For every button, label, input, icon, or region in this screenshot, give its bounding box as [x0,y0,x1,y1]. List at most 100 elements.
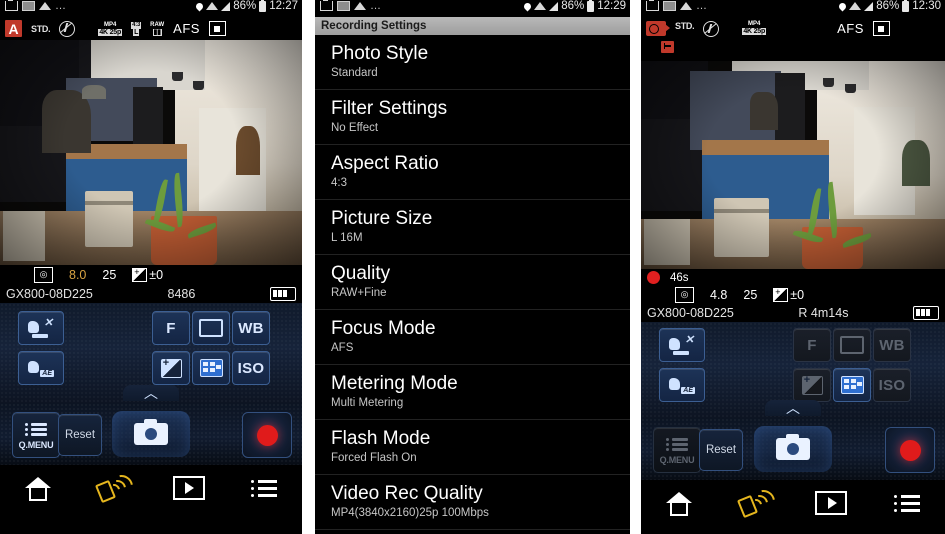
touch-ae-icon: AE [669,375,695,395]
af-mode-icon: ◎ [675,286,694,303]
qmenu-label: Q.MENU [659,454,695,465]
shutter-button[interactable] [112,411,190,457]
list-item-value: L 16M [331,232,363,244]
nav-playback[interactable] [151,476,227,500]
list-item[interactable]: Filter Settings No Effect [315,90,630,145]
video-quality-tag-bottom: 4K 25p [742,28,767,35]
download-icon [646,0,659,11]
shutter-button[interactable] [754,426,832,472]
reset-label: Reset [705,444,737,456]
touch-ae-button[interactable]: AE [18,351,64,385]
picture-size-tag: L [133,28,140,36]
exposure-comp-icon [132,267,148,282]
location-pin-icon [194,1,205,11]
nav-home[interactable] [641,492,717,516]
shooting-mode-badge[interactable]: A [5,20,22,37]
nav-playback[interactable] [793,491,869,515]
android-status-bar: … 86% 12:29 [315,0,630,17]
signal-bars-icon [864,1,874,11]
list-item-label: Metering Mode [331,373,458,394]
raw-tag-label: RAW [150,21,165,28]
shutter-speed-value: 25 [102,267,117,282]
record-button[interactable] [242,412,292,458]
video-quality-tag: MP4 4K 25p [98,22,123,36]
aperture-button[interactable]: F [793,328,831,362]
list-item[interactable]: Quality RAW+Fine [315,255,630,310]
card-write-icon [661,41,674,53]
nav-home[interactable] [0,477,76,501]
shutter-speed-value: 25 [743,287,758,302]
battery-icon [587,0,595,12]
list-item[interactable]: Picture Size L 16M [315,200,630,255]
wifi-sync-icon [680,2,692,10]
touch-af-off-button[interactable]: ✕ [18,311,64,345]
list-item[interactable]: Metering Mode Multi Metering [315,365,630,420]
iso-button[interactable]: ISO [873,368,911,402]
exposure-comp-button[interactable]: + [152,351,190,385]
home-icon [24,477,51,501]
af-area-icon [872,21,890,36]
reset-button[interactable]: Reset [699,429,743,471]
battery-percent: 86% [876,0,900,12]
list-item[interactable]: Focus Mode AFS [315,310,630,365]
live-view-image[interactable] [0,40,302,265]
reset-label: Reset [64,429,96,441]
exposure-comp-icon: + [160,357,182,378]
nav-menu[interactable] [227,476,303,501]
nav-wifi-remote[interactable] [76,470,152,504]
list-item-value: 4:3 [331,177,347,189]
live-view-image[interactable] [641,61,945,269]
touch-af-off-icon: ✕ [28,318,54,338]
list-item-label: Filter Settings [331,98,448,119]
expand-controls-button[interactable]: ︿ [765,400,821,416]
white-balance-button[interactable]: WB [232,311,270,345]
camera-settings-row: STD. MP4 4K 25p AFS [641,17,945,61]
battery-icon [270,286,296,301]
playback-icon [172,476,205,500]
expand-controls-button[interactable]: ︿ [123,385,179,401]
reset-button[interactable]: Reset [58,414,102,456]
panel-recording-settings: … 86% 12:29 Recording Settings Photo Sty… [315,0,630,534]
touch-af-off-button[interactable]: ✕ [659,328,705,362]
wb-button-label: WB [879,336,905,354]
status-right-icons: 86% 12:29 [522,0,626,12]
more-dots-icon: … [55,0,67,12]
record-icon [899,439,921,461]
cafe-scene [641,61,945,269]
aperture-button-label: F [166,319,176,337]
list-item[interactable]: Photo Style Standard [315,35,630,90]
wb-shift-button[interactable] [833,368,871,402]
shutter-speed-button[interactable] [192,311,230,345]
qmenu-button[interactable]: Q.MENU [653,427,701,473]
keyboard-icon [663,1,676,11]
control-pad: ✕ AE F WB + ISO ︿ [641,322,945,418]
aperture-value: 4.8 [710,287,728,302]
aperture-button[interactable]: F [152,311,190,345]
exposure-comp-icon: + [801,374,823,395]
nav-menu[interactable] [869,491,945,516]
record-button[interactable] [885,427,935,473]
wb-shift-button[interactable] [192,351,230,385]
white-balance-button[interactable]: WB [873,328,911,362]
qmenu-label: Q.MENU [18,439,54,450]
list-item[interactable]: Video Rec Quality MP4(3840x2160)25p 100M… [315,475,630,530]
list-item-value: MP4(3840x2160)25p 100Mbps [331,507,489,519]
shutter-speed-button[interactable] [833,328,871,362]
status-left-icons: … [320,0,382,11]
iso-button[interactable]: ISO [232,351,270,385]
movie-mode-icon[interactable] [646,21,670,36]
touch-ae-icon: AE [28,358,54,378]
exposure-comp-button[interactable]: + [793,368,831,402]
nav-wifi-remote[interactable] [717,485,793,519]
qmenu-button[interactable]: Q.MENU [12,412,60,458]
shutter-rect-icon [199,319,223,337]
list-item[interactable]: Aspect Ratio 4:3 [315,145,630,200]
touch-ae-button[interactable]: AE [659,368,705,402]
record-icon [256,424,278,446]
af-area-icon [208,21,226,36]
list-item[interactable]: Flash Mode Forced Flash On [315,420,630,475]
focus-mode-label: AFS [837,21,864,36]
exif-strip: 46s ◎ 4.8 25 ±0 GX800-08D225 R 4m14s [641,269,945,322]
wifi-remote-icon [736,485,780,519]
wb-button-label: WB [238,319,264,337]
